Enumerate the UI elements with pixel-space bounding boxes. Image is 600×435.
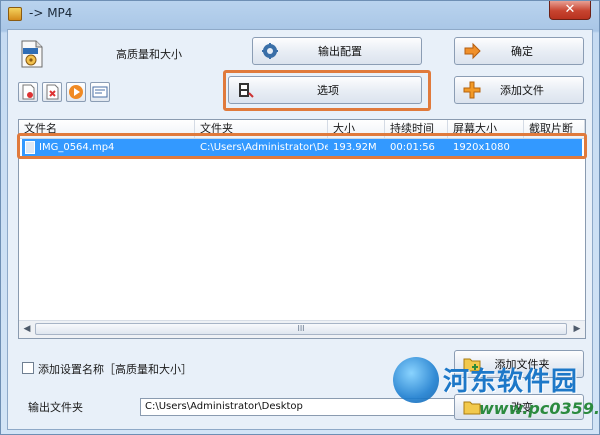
watermark-logo [393,357,439,403]
ok-label: 确定 [511,45,533,58]
options-highlight-box [223,70,431,111]
title-bar[interactable]: -> MP4 ✕ [1,1,599,27]
play-button[interactable] [66,82,86,102]
add-setting-name-label: 添加设置名称［高质量和大小］ [38,363,192,376]
media-info-icon [92,86,108,98]
scroll-left-icon[interactable]: ◀ [20,323,34,335]
add-file-label: 添加文件 [500,84,544,97]
scroll-thumb[interactable]: III [35,323,567,335]
watermark-url: www.pc0359.cn [479,399,600,418]
window-title: -> MP4 [29,6,73,20]
arrow-right-icon [463,42,481,60]
remove-file-button[interactable] [18,82,38,102]
watermark-name: 河东软件园 [443,367,579,397]
app-window: -> MP4 ✕ 高质量和大小 输出配置 确定 选项 添加文件 文件名 文件夹 … [0,0,600,435]
scroll-right-icon[interactable]: ▶ [570,323,584,335]
output-folder-label: 输出文件夹 [28,401,83,414]
plus-icon [463,81,481,99]
output-config-label: 输出配置 [318,45,362,58]
clear-list-button[interactable] [42,82,62,102]
row-highlight-box [17,133,587,159]
clear-list-icon [46,84,59,100]
mp4-file-icon [20,40,44,68]
close-button[interactable]: ✕ [549,1,591,20]
add-setting-name-checkbox[interactable] [22,362,34,374]
horizontal-scrollbar[interactable]: ◀ III ▶ [19,320,585,338]
play-icon [69,85,83,99]
gear-icon [261,42,279,60]
app-icon [8,7,22,21]
profile-label: 高质量和大小 [116,48,182,61]
add-file-button[interactable]: 添加文件 [454,76,584,104]
ok-button[interactable]: 确定 [454,37,584,65]
remove-file-icon [22,84,35,100]
output-config-button[interactable]: 输出配置 [252,37,422,65]
media-info-button[interactable] [90,82,110,102]
